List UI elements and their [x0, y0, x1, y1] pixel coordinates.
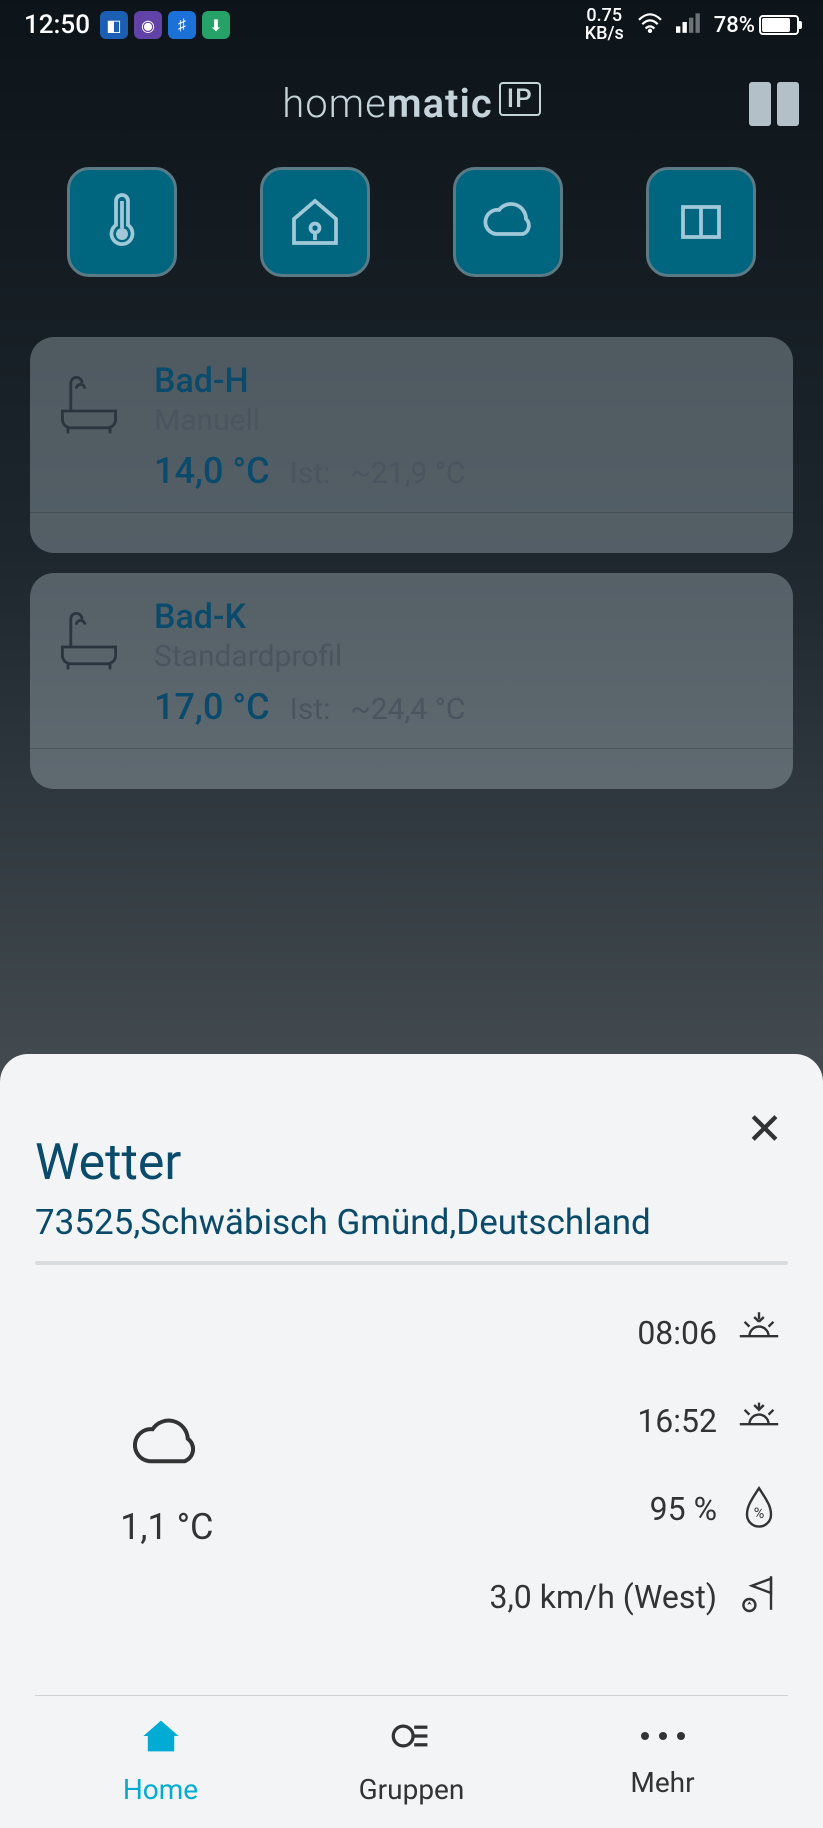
room-mode: Manuell — [154, 403, 465, 438]
sunset-icon — [735, 1393, 783, 1449]
category-row — [0, 147, 823, 297]
close-button[interactable]: ✕ — [746, 1104, 783, 1155]
category-shutter[interactable] — [646, 167, 756, 277]
cloud-icon — [127, 1412, 207, 1476]
room-actual-label: Ist: — [290, 456, 331, 491]
view-switcher[interactable] — [749, 82, 799, 126]
network-speed: 0.75 KB/s — [585, 7, 624, 43]
status-bar: 12:50 ◧ ◉ ♯ ⬇ 0.75 KB/s 78% — [0, 0, 823, 50]
nav-label: Home — [123, 1773, 198, 1806]
room-name: Bad-H — [154, 361, 465, 401]
category-climate[interactable] — [67, 167, 177, 277]
weather-sheet: ✕ Wetter 73525,Schwäbisch Gmünd,Deutschl… — [0, 1054, 823, 1828]
nav-label: Mehr — [630, 1766, 694, 1799]
bottom-nav: Home Gruppen Mehr — [35, 1695, 788, 1828]
wifi-icon — [636, 11, 664, 39]
category-security[interactable] — [260, 167, 370, 277]
room-actual-temp: ~21,9 °C — [350, 456, 465, 491]
room-set-temp: 14,0 °C — [154, 450, 270, 492]
nav-groups[interactable]: Gruppen — [286, 1696, 537, 1828]
bathtub-icon — [54, 605, 124, 675]
humidity-value: 95 % — [650, 1490, 717, 1528]
app-notif-icon: ♯ — [168, 11, 196, 39]
room-mode: Standardprofil — [154, 639, 465, 674]
sunrise-time: 08:06 — [637, 1314, 717, 1352]
home-icon — [139, 1714, 183, 1765]
app-notif-icon: ◧ — [100, 11, 128, 39]
nav-label: Gruppen — [359, 1773, 465, 1806]
room-name: Bad-K — [154, 597, 465, 637]
sunrise-icon — [735, 1305, 783, 1361]
nav-home[interactable]: Home — [35, 1696, 286, 1828]
battery-icon — [759, 15, 799, 35]
sheet-location: 73525,Schwäbisch Gmünd,Deutschland — [35, 1202, 788, 1243]
notification-icons: ◧ ◉ ♯ ⬇ — [100, 11, 230, 39]
battery-pct: 78% — [714, 13, 755, 38]
app-header: homematic IP — [0, 50, 823, 147]
room-card[interactable]: Bad-H Manuell 14,0 °C Ist: ~21,9 °C — [30, 337, 793, 553]
bathtub-icon — [54, 369, 124, 439]
room-actual-label: Ist: — [290, 692, 331, 727]
humidity-icon: % — [735, 1481, 783, 1537]
clock: 12:50 — [24, 10, 90, 40]
wind-value: 3,0 km/h (West) — [490, 1578, 717, 1616]
app-notif-icon: ◉ — [134, 11, 162, 39]
room-actual-temp: ~24,4 °C — [350, 692, 465, 727]
sheet-title: Wetter — [35, 1134, 788, 1192]
groups-icon — [390, 1714, 434, 1765]
room-set-temp: 17,0 °C — [154, 686, 270, 728]
signal-icon — [676, 11, 702, 39]
room-card[interactable]: Bad-K Standardprofil 17,0 °C Ist: ~24,4 … — [30, 573, 793, 789]
divider — [30, 748, 793, 749]
nav-more[interactable]: Mehr — [537, 1696, 788, 1828]
category-weather[interactable] — [453, 167, 563, 277]
app-notif-icon: ⬇ — [202, 11, 230, 39]
app-logo: homematic IP — [282, 80, 540, 127]
svg-text:%: % — [754, 1505, 765, 1522]
more-icon — [641, 1714, 685, 1758]
wind-icon — [735, 1569, 783, 1625]
sunset-time: 16:52 — [637, 1402, 717, 1440]
outdoor-temp: 1,1 °C — [120, 1506, 213, 1548]
divider — [30, 512, 793, 513]
